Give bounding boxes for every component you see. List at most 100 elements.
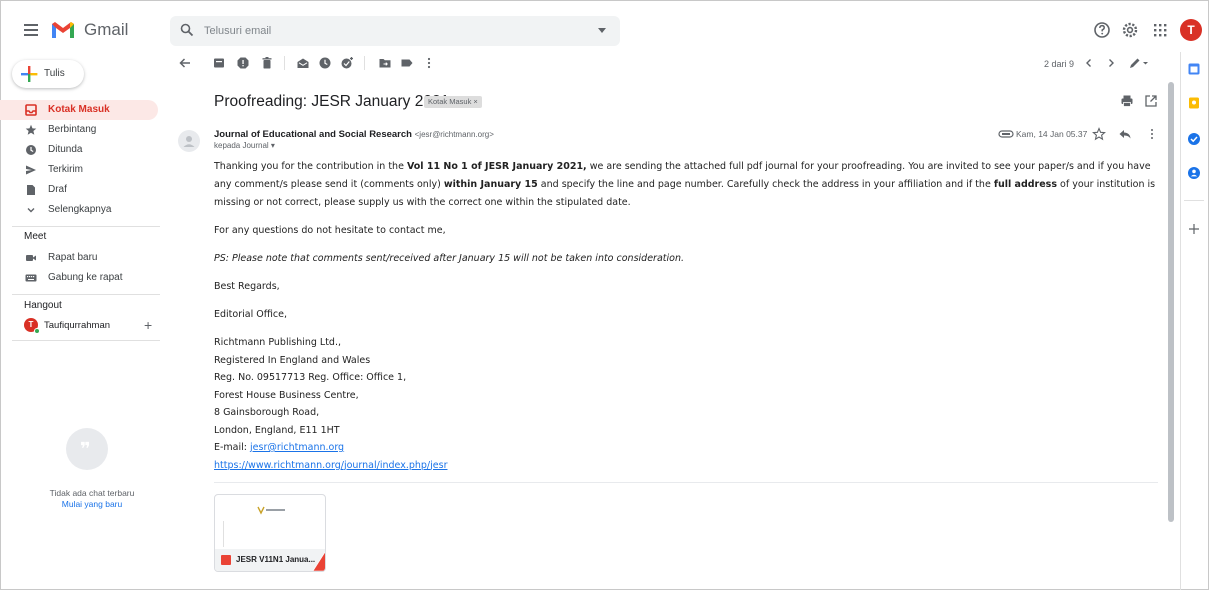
sidebar-nav: Kotak Masuk Berbintang Ditunda Terkirim … xyxy=(0,100,160,220)
sidebar-item-label: Kotak Masuk xyxy=(48,104,110,115)
start-new-chat-link[interactable]: Mulai yang baru xyxy=(0,499,184,509)
email-date: Kam, 14 Jan 05.37 xyxy=(1016,129,1088,139)
pdf-file-icon xyxy=(221,555,231,565)
compose-plus-icon xyxy=(21,66,38,82)
hangout-user-name[interactable]: Taufiqurrahman xyxy=(44,320,110,331)
sidebar-item-label: Gabung ke rapat xyxy=(48,272,123,283)
body-signature: Editorial Office, xyxy=(214,309,287,320)
gmail-logo-icon[interactable] xyxy=(50,20,76,40)
apps-grid-icon[interactable] xyxy=(1150,20,1170,40)
input-tools-pen-icon[interactable] xyxy=(1128,56,1150,70)
settings-gear-icon[interactable] xyxy=(1120,20,1140,40)
scrollbar-thumb[interactable] xyxy=(1168,82,1174,522)
body-postscript: PS: Please note that comments sent/recei… xyxy=(214,253,684,264)
sidebar-divider xyxy=(12,340,160,341)
sender-name[interactable]: Journal of Educational and Social Resear… xyxy=(214,129,412,140)
main-menu-icon[interactable] xyxy=(24,24,38,36)
email-subject: Proofreading: JESR January 2021 xyxy=(214,93,450,110)
recipient-details[interactable]: kepada Journal ▾ xyxy=(214,141,275,150)
open-new-window-icon[interactable] xyxy=(1144,94,1158,108)
add-to-tasks-icon[interactable] xyxy=(340,56,354,70)
calendar-icon[interactable] xyxy=(1187,62,1201,76)
sidebar-item-label: Selengkapnya xyxy=(48,204,112,215)
more-vertical-icon[interactable] xyxy=(422,56,436,70)
no-recent-chat-text: Tidak ada chat terbaru xyxy=(49,488,135,498)
contact-email-link[interactable]: jesr@richtmann.org xyxy=(250,442,344,453)
snooze-icon[interactable] xyxy=(318,56,332,70)
older-chevron-right-icon[interactable] xyxy=(1104,56,1118,70)
sidebar-item-join-meeting[interactable]: Gabung ke rapat xyxy=(0,268,158,288)
delete-icon[interactable] xyxy=(260,56,274,70)
search-bar[interactable] xyxy=(170,16,620,46)
draft-icon xyxy=(27,185,35,195)
attachment-thumbnail-logo-icon xyxy=(257,506,285,515)
search-input[interactable] xyxy=(204,16,584,46)
attachment-divider xyxy=(214,482,1158,483)
email-contact-line: E-mail: jesr@richtmann.org xyxy=(214,442,345,453)
email-body: Thanking you for the contribution in the… xyxy=(214,158,1159,474)
address-line: 8 Gainsborough Road, xyxy=(214,407,320,418)
sender-avatar[interactable] xyxy=(178,130,200,152)
chevron-down-icon xyxy=(27,208,35,213)
tasks-icon[interactable] xyxy=(1187,132,1201,146)
mark-unread-icon[interactable] xyxy=(296,56,310,70)
app-brand[interactable]: Gmail xyxy=(84,20,128,40)
sidebar-item-sent[interactable]: Terkirim xyxy=(0,160,158,180)
address-line: London, England, E11 1HT xyxy=(214,424,340,436)
message-more-vertical-icon[interactable] xyxy=(1145,127,1159,141)
svg-text:❞: ❞ xyxy=(80,439,91,460)
keep-notes-icon[interactable] xyxy=(1187,96,1201,110)
online-status-dot xyxy=(34,328,40,334)
body-paragraph: For any questions do not hesitate to con… xyxy=(214,225,446,236)
send-icon xyxy=(26,165,36,175)
inbox-icon xyxy=(25,104,37,116)
address-block: Richtmann Publishing Ltd., Registered In… xyxy=(214,334,1159,474)
journal-url-link[interactable]: https://www.richtmann.org/journal/index.… xyxy=(214,457,1159,475)
meet-nav: Rapat baru Gabung ke rapat xyxy=(0,248,160,288)
rail-divider xyxy=(1184,200,1204,201)
compose-label: Tulis xyxy=(44,68,65,79)
attachment-name-bar: JESR V11N1 Janua... xyxy=(215,549,325,571)
add-hangout-icon[interactable]: + xyxy=(144,317,152,333)
sidebar-item-label: Berbintang xyxy=(48,124,97,135)
thumbnail-line xyxy=(223,521,224,547)
pagination-text: 2 dari 9 xyxy=(1044,59,1075,69)
body-closing: Best Regards, xyxy=(214,281,280,292)
sidebar-item-more[interactable]: Selengkapnya xyxy=(0,200,158,220)
help-icon[interactable] xyxy=(1092,20,1112,40)
archive-icon[interactable] xyxy=(212,56,226,70)
newer-chevron-left-icon[interactable] xyxy=(1082,56,1096,70)
chat-bubble-icon: ❞ xyxy=(66,428,108,470)
report-spam-icon[interactable] xyxy=(236,56,250,70)
compose-button[interactable]: Tulis xyxy=(12,60,84,88)
meet-section-title: Meet xyxy=(24,231,47,242)
inbox-label-chip[interactable]: Kotak Masuk × xyxy=(424,96,482,108)
move-to-icon[interactable] xyxy=(378,56,392,70)
sender-email: <jesr@richtmann.org> xyxy=(414,130,494,139)
address-line: Reg. No. 09517713 Reg. Office: Office 1, xyxy=(214,372,407,383)
contacts-icon[interactable] xyxy=(1187,166,1201,180)
reply-icon[interactable] xyxy=(1118,127,1132,141)
address-line: Richtmann Publishing Ltd., xyxy=(214,337,342,348)
sender-line: Journal of Educational and Social Resear… xyxy=(214,129,494,140)
star-outline-icon[interactable] xyxy=(1092,127,1106,141)
top-bar: Gmail T xyxy=(0,0,1209,62)
sidebar-item-label: Terkirim xyxy=(48,164,83,175)
keyboard-icon xyxy=(25,274,37,282)
account-avatar[interactable]: T xyxy=(1180,19,1202,41)
address-line: Forest House Business Centre, xyxy=(214,389,359,401)
print-icon[interactable] xyxy=(1120,94,1134,108)
search-icon[interactable] xyxy=(180,23,194,37)
sidebar-item-drafts[interactable]: Draf xyxy=(0,180,158,200)
attachment-card[interactable]: JESR V11N1 Janua... xyxy=(214,494,326,572)
sidebar-item-inbox[interactable]: Kotak Masuk xyxy=(0,100,158,120)
address-line: Registered In England and Wales xyxy=(214,354,371,366)
sidebar-item-starred[interactable]: Berbintang xyxy=(0,120,158,140)
hangout-section-title: Hangout xyxy=(24,300,62,311)
sidebar-item-new-meeting[interactable]: Rapat baru xyxy=(0,248,158,268)
search-options-icon[interactable] xyxy=(598,28,606,33)
back-arrow-icon[interactable] xyxy=(178,56,192,70)
sidebar-item-snoozed[interactable]: Ditunda xyxy=(0,140,158,160)
label-icon[interactable] xyxy=(400,56,414,70)
get-addons-plus-icon[interactable] xyxy=(1187,222,1201,236)
